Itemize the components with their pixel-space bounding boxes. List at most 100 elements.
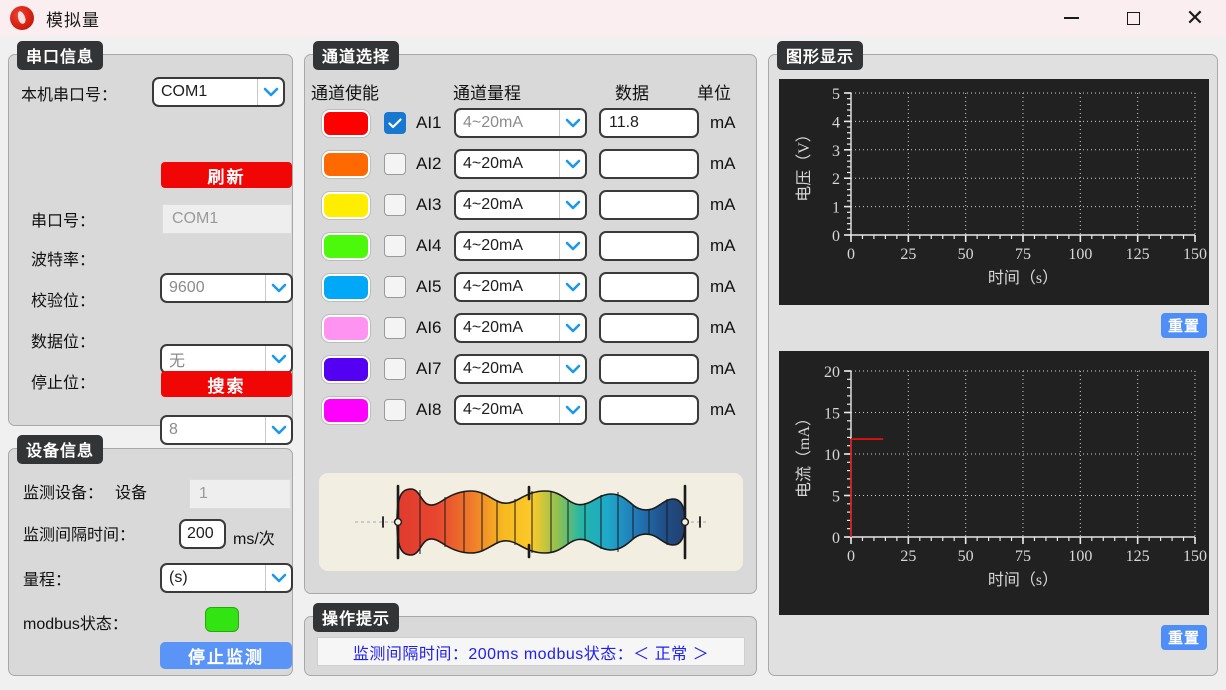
channel-data-input-ai2[interactable] [599,149,699,179]
chevron-down-icon [559,356,585,382]
channel-data-input-ai5[interactable] [599,272,699,302]
channel-row-ai3: AI34~20mAmA [322,190,736,220]
stopbits-row: 停止位： [31,369,95,393]
operation-prompt-text: 监测间隔时间：200ms modbus状态：＜ 正常 ＞ [317,637,745,666]
svg-text:150: 150 [1183,548,1207,565]
stopbits-label: 停止位： [31,369,95,393]
local-port-select[interactable]: COM1 [152,77,285,107]
stop-monitor-button[interactable]: 停止监测 [160,642,292,669]
databits-value: 8 [169,421,178,439]
header-unit: 单位 [697,79,731,104]
channel-data-input-ai3[interactable] [599,190,699,220]
channel-color-swatch-ai1[interactable] [322,110,370,137]
range-label: 量程： [23,566,71,590]
channel-range-value-ai2: 4~20mA [463,155,523,173]
svg-text:25: 25 [900,548,916,565]
svg-text:4: 4 [832,114,840,131]
close-button[interactable]: ✕ [1164,0,1226,36]
interval-row: 监测间隔时间： [23,521,135,545]
parity-value: 无 [169,347,185,371]
parity-label: 校验位： [31,287,95,311]
databits-select[interactable]: 8 [160,415,293,445]
local-port-label: 本机串口号： [21,81,117,105]
channel-enable-checkbox-ai2[interactable] [384,153,406,175]
databits-label: 数据位： [31,328,95,352]
channel-range-value-ai3: 4~20mA [463,196,523,214]
svg-text:电压（V）: 电压（V） [795,126,813,202]
channel-range-select-ai1[interactable]: 4~20mA [454,108,587,138]
channel-range-value-ai4: 4~20mA [463,237,523,255]
interval-input[interactable]: 200 [179,519,226,549]
search-button[interactable]: 搜索 [161,371,292,397]
voltage-chart-reset-button[interactable]: 重置 [1161,313,1207,338]
channel-data-input-ai8[interactable] [599,395,699,425]
channel-unit-ai8: mA [710,400,736,420]
channel-enable-checkbox-ai1[interactable] [384,112,406,134]
port-row: 串口号： [31,207,95,231]
channel-label-ai5: AI5 [416,277,454,297]
serial-info-title: 串口信息 [17,41,103,70]
svg-text:15: 15 [824,406,840,423]
svg-text:1: 1 [832,200,840,217]
channel-enable-checkbox-ai5[interactable] [384,276,406,298]
local-port-value: COM1 [161,83,207,101]
channel-range-select-ai6[interactable]: 4~20mA [454,313,587,343]
svg-text:125: 125 [1126,548,1150,565]
channel-color-swatch-ai7[interactable] [322,356,370,383]
baud-select[interactable]: 9600 [160,273,293,303]
svg-text:10: 10 [824,447,840,464]
svg-text:20: 20 [824,364,840,381]
channel-range-select-ai8[interactable]: 4~20mA [454,395,587,425]
refresh-button[interactable]: 刷新 [161,162,292,188]
channel-enable-checkbox-ai6[interactable] [384,317,406,339]
svg-text:50: 50 [958,246,974,263]
channel-data-input-ai7[interactable] [599,354,699,384]
chevron-down-icon [265,565,291,591]
workspace: 串口信息 本机串口号： COM1 刷新 串口号： COM1 波特率： 9600 [0,36,1226,690]
window-controls: ✕ [1040,0,1226,36]
channel-range-select-ai2[interactable]: 4~20mA [454,149,587,179]
channel-color-swatch-ai5[interactable] [322,274,370,301]
channel-enable-checkbox-ai3[interactable] [384,194,406,216]
maximize-button[interactable] [1102,0,1164,36]
svg-text:125: 125 [1126,246,1150,263]
channel-row-ai1: AI14~20mA11.8mA [322,108,736,138]
channel-range-select-ai4[interactable]: 4~20mA [454,231,587,261]
channel-range-value-ai8: 4~20mA [463,401,523,419]
channel-enable-checkbox-ai7[interactable] [384,358,406,380]
channel-range-select-ai7[interactable]: 4~20mA [454,354,587,384]
channel-data-input-ai6[interactable] [599,313,699,343]
svg-text:0: 0 [832,228,840,245]
channel-row-ai4: AI44~20mAmA [322,231,736,261]
parity-select[interactable]: 无 [160,344,293,374]
current-chart-reset-button[interactable]: 重置 [1161,625,1207,650]
modbus-status-label: modbus状态： [23,610,128,634]
chevron-down-icon [559,151,585,177]
channel-data-input-ai1[interactable]: 11.8 [599,108,699,138]
channel-range-select-ai5[interactable]: 4~20mA [454,272,587,302]
port-value: COM1 [162,204,292,234]
range-select[interactable]: (s) [160,563,293,593]
channel-range-value-ai5: 4~20mA [463,278,523,296]
channel-color-swatch-ai3[interactable] [322,192,370,219]
parity-row: 校验位： [31,287,95,311]
channel-row-ai8: AI84~20mAmA [322,395,736,425]
svg-text:75: 75 [1015,246,1031,263]
channel-label-ai1: AI1 [416,113,454,133]
channel-unit-ai4: mA [710,236,736,256]
svg-text:0: 0 [847,548,855,565]
channel-color-swatch-ai4[interactable] [322,233,370,260]
channel-enable-checkbox-ai4[interactable] [384,235,406,257]
channel-data-input-ai4[interactable] [599,231,699,261]
databits-row: 数据位： [31,328,95,352]
channel-range-value-ai7: 4~20mA [463,360,523,378]
channel-color-swatch-ai6[interactable] [322,315,370,342]
channel-range-select-ai3[interactable]: 4~20mA [454,190,587,220]
minimize-button[interactable] [1040,0,1102,36]
svg-text:时间（s）: 时间（s） [988,269,1058,287]
svg-text:5: 5 [832,86,840,103]
channel-enable-checkbox-ai8[interactable] [384,399,406,421]
channel-color-swatch-ai8[interactable] [322,397,370,424]
baud-value: 9600 [169,279,205,297]
channel-color-swatch-ai2[interactable] [322,151,370,178]
